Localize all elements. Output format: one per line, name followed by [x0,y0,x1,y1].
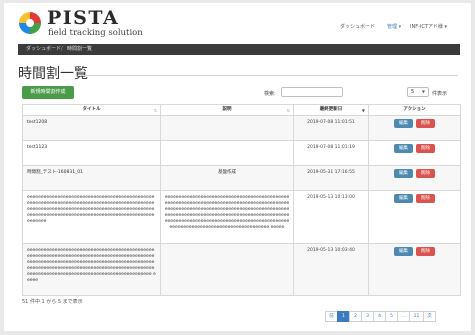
delete-button[interactable]: 削除 [416,247,435,256]
cell-actions: 編集 削除 [368,190,461,244]
cell-description: 基盤作成 [160,165,294,191]
search-label: 検索: [264,91,276,97]
cell-updated: 2019-07-08 11:01:19 [293,140,369,166]
table-row: test1123 2019-07-08 11:01:19 編集 削除 [22,140,461,166]
delete-button[interactable]: 削除 [416,194,435,203]
cell-actions: 編集 削除 [368,115,461,141]
search-input[interactable] [281,87,343,97]
cell-description [160,243,294,296]
breadcrumb-separator: / [61,46,63,52]
sort-icon: ⇅ [153,108,157,113]
cell-description [160,140,294,166]
column-header-updated[interactable]: 最終更新日 ▼ [293,104,369,116]
nav-user-menu[interactable]: INF-ICTアド様 ▾ [410,23,447,30]
page-title: 時間割一覧 [18,66,88,82]
edit-button[interactable]: 編集 [394,144,413,153]
cell-title: 時間割_テスト-160831_01 [22,165,161,191]
per-page-select[interactable]: 5 ▼ [407,87,429,97]
cell-actions: 編集 削除 [368,165,461,191]
breadcrumb-current: 時間割一覧 [67,46,93,52]
pagination: 前 1 2 3 4 5 … 11 次 [325,311,436,322]
column-header-title[interactable]: タイトル ⇅ [22,104,161,116]
pista-logo-icon [19,12,41,34]
pagination-next[interactable]: 次 [423,311,436,322]
timetable-table: タイトル ⇅ 説明 ⇅ 最終更新日 ▼ アクション test1208 2019-07-… [22,104,461,296]
column-header-action: アクション [368,104,461,116]
cell-description [160,115,294,141]
sort-desc-icon: ▼ [361,108,365,113]
record-count-text: 51 件中 1 から 5 まで表示 [22,299,83,305]
cell-updated: 2019-07-08 11:01:51 [293,115,369,141]
cell-title: test1123 [22,140,161,166]
title-divider [81,75,458,76]
page: PISTA field tracking solution ダッシュボード 管理… [4,3,471,331]
table-row: eeeeeeeeeeeeeeeeeeeeeeeeeeeeeeeeeeeeeeee… [22,190,461,244]
brand-tagline: field tracking solution [48,28,143,38]
edit-button[interactable]: 編集 [394,119,413,128]
table-row: eeeeeeeeeeeeeeeeeeeeeeeeeeeeeeeeeeeeeeee… [22,243,461,296]
edit-button[interactable]: 編集 [394,169,413,178]
cell-actions: 編集 削除 [368,140,461,166]
new-timetable-button[interactable]: 新規時間割作成 [22,86,74,99]
sort-icon: ⇅ [286,108,290,113]
header: PISTA field tracking solution ダッシュボード 管理… [4,3,471,43]
delete-button[interactable]: 削除 [416,169,435,178]
edit-button[interactable]: 編集 [394,194,413,203]
cell-title: eeeeeeeeeeeeeeeeeeeeeeeeeeeeeeeeeeeeeeee… [22,190,161,244]
cell-actions: 編集 削除 [368,243,461,296]
cell-description: eeeeeeeeeeeeeeeeeeeeeeeeeeeeeeeeeeeeeeee… [160,190,294,244]
table-header-row: タイトル ⇅ 説明 ⇅ 最終更新日 ▼ アクション [22,104,461,116]
breadcrumb: ダッシュボード / 時間割一覧 [18,44,460,55]
per-page-value: 5 [411,89,415,95]
cell-updated: 2019-05-13 10:13:00 [293,190,369,244]
pagination-page-11[interactable]: 11 [409,311,424,322]
cell-title: eeeeeeeeeeeeeeeeeeeeeeeeeeeeeeeeeeeeeeee… [22,243,161,296]
nav-manage-menu[interactable]: 管理 ▾ [387,23,401,30]
cell-updated: 2019-05-31 17:16:55 [293,165,369,191]
delete-button[interactable]: 削除 [416,144,435,153]
cell-title: test1208 [22,115,161,141]
table-row: 時間割_テスト-160831_01 基盤作成 2019-05-31 17:16:… [22,165,461,191]
breadcrumb-dashboard-link[interactable]: ダッシュボード [26,47,61,52]
table-row: test1208 2019-07-08 11:01:51 編集 削除 [22,115,461,141]
nav-dashboard-link[interactable]: ダッシュボード [340,23,375,30]
chevron-down-icon: ▼ [421,89,425,94]
brand-name: PISTA [47,7,120,29]
cell-updated: 2019-05-13 10:03:40 [293,243,369,296]
per-page-label: 件表示 [432,91,448,97]
edit-button[interactable]: 編集 [394,247,413,256]
column-header-description[interactable]: 説明 ⇅ [160,104,294,116]
delete-button[interactable]: 削除 [416,119,435,128]
